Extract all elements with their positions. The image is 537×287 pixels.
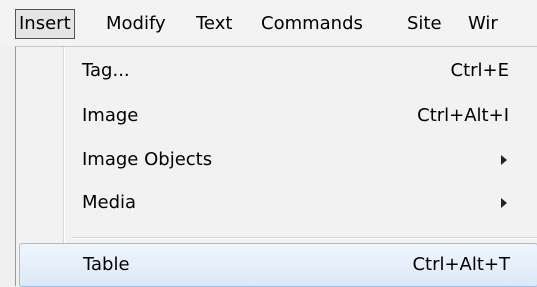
menu-item-table[interactable]: Table Ctrl+Alt+T [19,243,537,287]
menu-commands[interactable]: Commands [261,9,363,39]
menu-separator-highlight [72,238,537,239]
menu-item-shortcut: Ctrl+Alt+T [412,254,510,275]
menu-window[interactable]: Wir [468,9,498,39]
menu-item-label: Table [83,254,130,275]
insert-dropdown-menu: Tag... Ctrl+E Image Ctrl+Alt+I Image Obj… [15,46,537,287]
menu-item-label: Image [82,105,139,126]
menu-item-label: Tag... [82,60,130,81]
menu-item-tag[interactable]: Tag... Ctrl+E [16,49,521,93]
menu-item-label: Media [82,192,137,213]
menu-item-shortcut: Ctrl+E [450,60,509,81]
menu-item-media[interactable]: Media [16,181,521,225]
menu-insert[interactable]: Insert [15,9,75,39]
menu-item-image-objects[interactable]: Image Objects [16,138,521,182]
menu-item-label: Image Objects [82,149,213,170]
menu-text[interactable]: Text [196,9,232,39]
menu-item-image[interactable]: Image Ctrl+Alt+I [16,94,521,138]
submenu-arrow-icon [501,198,507,208]
menu-modify[interactable]: Modify [106,9,166,39]
menu-site[interactable]: Site [407,9,442,39]
menu-bar: Insert Modify Text Commands Site Wir [0,0,537,46]
submenu-arrow-icon [501,155,507,165]
menu-item-shortcut: Ctrl+Alt+I [417,105,509,126]
